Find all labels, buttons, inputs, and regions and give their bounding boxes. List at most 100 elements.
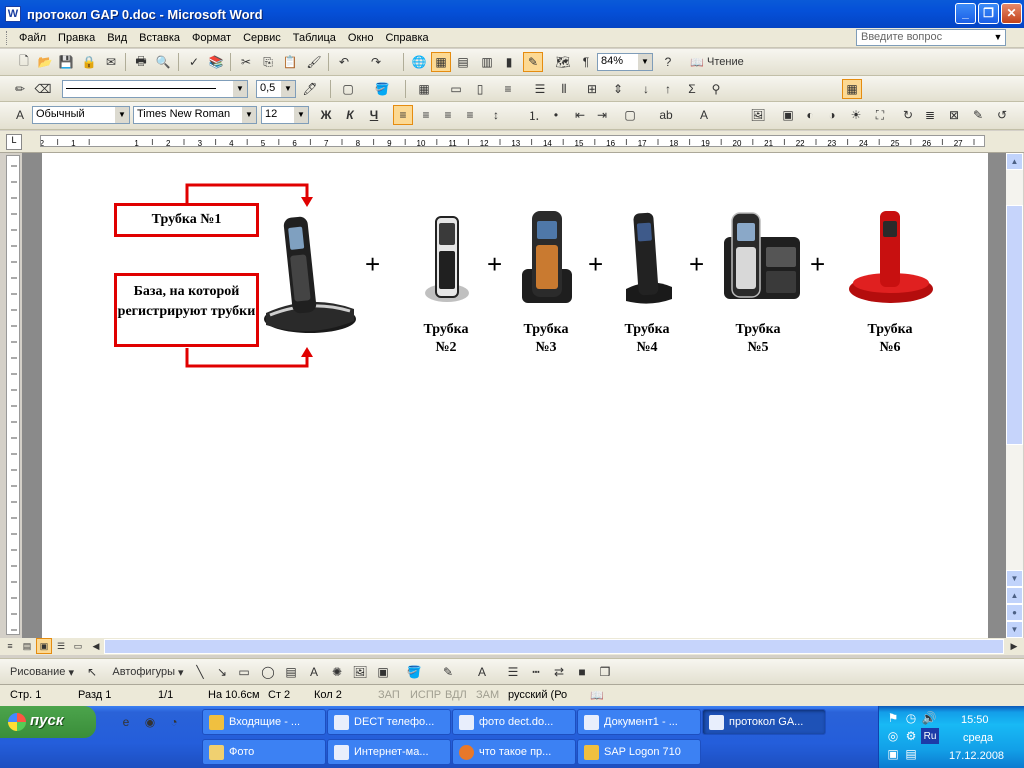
task-firefox[interactable]: что такое пр... [452, 739, 576, 765]
tables-borders-icon[interactable]: ▦ [431, 52, 451, 72]
autoshapes-button[interactable]: Автофигуры ▾ [108, 662, 188, 682]
horizontal-scroll-thumb[interactable] [104, 639, 1004, 654]
horizontal-ruler[interactable]: L 2 1 1 2 3 4 5 6 7 8 9 10 11 12 13 14 15 16 17 18 19 20 21 22 2… [0, 131, 1024, 153]
tray-update-icon[interactable]: ◎ [885, 728, 901, 744]
filter-icon[interactable]: ⚲ [706, 79, 726, 99]
font-size-select[interactable]: 12 ▼ [261, 106, 309, 124]
reset-picture-icon[interactable]: ↺ [992, 105, 1012, 125]
tray-connection-icon[interactable]: ⚙ [903, 728, 919, 744]
arrow-icon[interactable]: ↘ [212, 662, 232, 682]
numbering-icon[interactable]: ⒈ [524, 105, 544, 125]
save-icon[interactable]: 💾 [56, 52, 76, 72]
justify-icon[interactable]: ≡ [460, 105, 480, 125]
textbox-icon[interactable]: ▤ [281, 662, 301, 682]
tray-clock-app-icon[interactable]: ◷ [903, 710, 919, 726]
line-spacing-icon[interactable]: ↕ [486, 105, 506, 125]
bold-button[interactable]: Ж [316, 105, 336, 125]
tab-selector-icon[interactable]: L [6, 134, 22, 150]
align-icon[interactable]: ≡ [498, 79, 518, 99]
insert-picture-icon[interactable]: 🖼 [748, 105, 768, 125]
increase-indent-icon[interactable]: ⇥ [592, 105, 612, 125]
spelling-status-icon[interactable]: 📖 [590, 689, 604, 702]
distribute-rows-icon[interactable]: ☰ [530, 79, 550, 99]
sort-ascending-icon[interactable]: ↓ [636, 79, 656, 99]
start-button[interactable]: пуск [0, 706, 96, 738]
wordart-icon[interactable]: A [304, 662, 324, 682]
normal-view-icon[interactable]: ≡ [2, 638, 18, 654]
clock-time[interactable]: 15:50 [961, 714, 989, 726]
shadow-style-icon[interactable]: ■ [572, 662, 592, 682]
menu-help[interactable]: Справка [379, 32, 434, 44]
select-objects-icon[interactable]: ↖ [82, 662, 102, 682]
copy-icon[interactable]: ⎘ [258, 52, 278, 72]
draw-table-icon[interactable]: ✏ [10, 79, 30, 99]
highlight-icon[interactable]: ab [656, 105, 676, 125]
next-page-icon[interactable]: ▼ [1006, 621, 1023, 638]
vertical-ruler[interactable] [6, 155, 20, 635]
tray-network-icon[interactable]: ⚑ [885, 710, 901, 726]
diagram-icon[interactable]: ✺ [327, 662, 347, 682]
ie-icon[interactable]: e [116, 712, 136, 732]
borders-icon[interactable]: ▢ [338, 79, 358, 99]
drawing-icon[interactable]: ✎ [523, 52, 543, 72]
outlook-icon[interactable]: ◉ [140, 712, 160, 732]
paste-icon[interactable]: 📋 [280, 52, 300, 72]
clipart-icon[interactable]: 🖼 [350, 662, 370, 682]
style-select[interactable]: Обычный ▼ [32, 106, 130, 124]
tray-monitor-icon[interactable]: ▤ [903, 746, 919, 762]
close-button[interactable]: ✕ [1001, 3, 1022, 24]
tray-display-icon[interactable]: ▣ [885, 746, 901, 762]
line-style-draw-icon[interactable]: ☰ [503, 662, 523, 682]
print-layout-icon[interactable]: ▣ [36, 638, 52, 654]
menu-table[interactable]: Таблица [287, 32, 342, 44]
rectangle-icon[interactable]: ▭ [234, 662, 254, 682]
task-photo-dect[interactable]: фото dect.do... [452, 709, 576, 735]
line-style-select[interactable]: ▼ [62, 80, 248, 98]
text-direction-icon[interactable]: ⇕ [608, 79, 628, 99]
language-indicator[interactable]: Ru [921, 728, 939, 744]
crop-icon[interactable]: ⛶ [870, 105, 890, 125]
redo-icon[interactable]: ↷ [366, 52, 386, 72]
task-sap-logon[interactable]: SAP Logon 710 [577, 739, 701, 765]
print-preview-icon[interactable]: 🔍 [153, 52, 173, 72]
scroll-up-icon[interactable]: ▲ [1006, 153, 1023, 170]
format-picture-icon[interactable]: ✎ [968, 105, 988, 125]
document-map-icon[interactable]: 🗺 [553, 52, 573, 72]
italic-button[interactable]: К [340, 105, 360, 125]
outline-view-icon[interactable]: ☰ [53, 638, 69, 654]
title-bar[interactable]: W протокол GAP 0.doc - Microsoft Word _ … [0, 0, 1024, 28]
bullets-icon[interactable]: • [546, 105, 566, 125]
vertical-scrollbar[interactable]: ▲ ▼ ▲ ● ▼ [1006, 153, 1023, 638]
align-left-icon[interactable]: ≡ [393, 105, 413, 125]
line-icon[interactable]: ╲ [190, 662, 210, 682]
insert-excel-icon[interactable]: ▥ [477, 52, 497, 72]
volume-icon[interactable]: 🔊 [921, 710, 937, 726]
border-color-icon[interactable]: 🖊 [300, 79, 320, 99]
read-button[interactable]: 📖 Чтение [686, 52, 748, 72]
shading-color-icon[interactable]: 🪣 [372, 79, 392, 99]
research-icon[interactable]: 📚 [206, 52, 226, 72]
vertical-scroll-thumb[interactable] [1006, 205, 1023, 445]
task-internet-shop[interactable]: Интернет-ма... [327, 739, 451, 765]
table-grid-icon[interactable]: ▦ [842, 79, 862, 99]
decrease-indent-icon[interactable]: ⇤ [570, 105, 590, 125]
reading-view-icon[interactable]: ▭ [70, 638, 86, 654]
draw-menu-button[interactable]: Рисование ▾ [6, 662, 78, 682]
dash-style-icon[interactable]: ┅ [526, 662, 546, 682]
help-question-input[interactable]: Введите вопрос [856, 29, 1006, 46]
menu-tools[interactable]: Сервис [237, 32, 287, 44]
text-wrapping-icon[interactable]: ⊠ [944, 105, 964, 125]
3d-style-icon[interactable]: ❒ [595, 662, 615, 682]
font-select[interactable]: Times New Roman ▼ [133, 106, 257, 124]
columns-icon[interactable]: ▮ [499, 52, 519, 72]
insert-table2-icon[interactable]: ▦ [414, 79, 434, 99]
sort-descending-icon[interactable]: ↑ [658, 79, 678, 99]
previous-page-icon[interactable]: ▲ [1006, 587, 1023, 604]
word-app-icon[interactable]: W [5, 6, 21, 22]
line-color-icon[interactable]: ✎ [438, 662, 458, 682]
scroll-left-icon[interactable]: ◀ [88, 638, 104, 654]
picture-icon[interactable]: ▣ [373, 662, 393, 682]
menu-grip[interactable] [6, 30, 9, 45]
help-dropdown-icon[interactable]: ▼ [990, 29, 1006, 46]
new-document-icon[interactable]: 🗋 [14, 52, 34, 72]
